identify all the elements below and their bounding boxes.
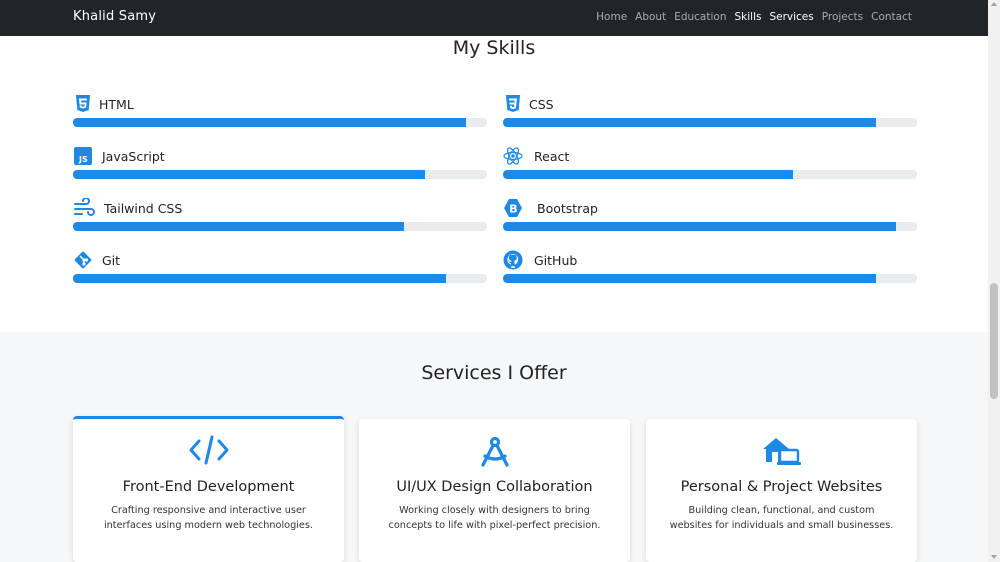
skills-heading: My Skills	[452, 37, 536, 59]
nav-link-contact[interactable]: Contact	[871, 11, 912, 23]
skill-label: React	[534, 149, 570, 164]
skill-progress-fill	[503, 222, 897, 231]
skill-label: Bootstrap	[537, 201, 598, 216]
skill-progress-fill	[73, 222, 405, 231]
nav-links: Home About Education Skills Services Pro…	[596, 11, 912, 23]
skill-progress-track	[73, 222, 487, 231]
brand-link[interactable]: Khalid Samy	[73, 9, 156, 24]
skill-item-html: HTML	[73, 94, 487, 134]
skill-label: GitHub	[534, 253, 578, 268]
skill-label: HTML	[99, 97, 134, 112]
skill-progress-track	[503, 274, 917, 283]
tailwind-icon	[73, 198, 97, 218]
skill-item-github: GitHub	[503, 250, 917, 290]
skill-progress-fill	[503, 274, 876, 283]
javascript-icon: JS	[73, 146, 93, 166]
git-icon	[73, 250, 93, 270]
github-icon	[503, 250, 523, 270]
nav-link-services[interactable]: Services	[769, 11, 813, 23]
service-card-description: Working closely with designers to bring …	[388, 505, 601, 531]
scroll-up-arrow-icon[interactable]	[991, 2, 997, 6]
compass-drafting-icon	[359, 435, 630, 469]
skill-progress-track	[503, 222, 917, 231]
skill-progress-track	[503, 170, 917, 179]
skill-progress-fill	[503, 170, 793, 179]
svg-text:B: B	[509, 203, 517, 216]
scroll-down-arrow-icon[interactable]	[991, 555, 997, 559]
nav-link-projects[interactable]: Projects	[822, 11, 863, 23]
bootstrap-icon: B	[503, 198, 523, 218]
skill-label: CSS	[529, 97, 554, 112]
skill-item-tailwind: Tailwind CSS	[73, 198, 487, 238]
house-laptop-icon	[646, 435, 917, 469]
svg-text:JS: JS	[78, 155, 88, 164]
skill-item-javascript: JS JavaScript	[73, 146, 487, 186]
skill-progress-track	[503, 118, 917, 127]
skill-item-git: Git	[73, 250, 487, 290]
service-card-description: Building clean, functional, and custom w…	[669, 505, 894, 531]
skill-progress-track	[73, 118, 487, 127]
service-card-title: Personal & Project Websites	[680, 479, 883, 495]
code-icon	[73, 433, 344, 467]
skill-label: JavaScript	[102, 149, 165, 164]
nav-link-education[interactable]: Education	[674, 11, 726, 23]
skill-label: Git	[102, 253, 121, 268]
skill-progress-track	[73, 274, 487, 283]
services-heading: Services I Offer	[421, 362, 567, 384]
html5-icon	[73, 94, 93, 114]
service-card-websites[interactable]: Personal & Project Websites Building cle…	[646, 419, 917, 562]
skill-progress-fill	[73, 274, 446, 283]
service-card-uiux[interactable]: UI/UX Design Collaboration Working close…	[359, 419, 630, 562]
service-card-title: Front-End Development	[122, 479, 295, 495]
nav-link-home[interactable]: Home	[596, 11, 627, 23]
skill-label: Tailwind CSS	[104, 201, 183, 216]
skill-progress-fill	[73, 118, 467, 127]
skill-item-bootstrap: B Bootstrap	[503, 198, 917, 238]
nav-link-about[interactable]: About	[635, 11, 666, 23]
css3-icon	[503, 94, 523, 114]
service-card-title: UI/UX Design Collaboration	[396, 479, 593, 495]
service-card-description: Crafting responsive and interactive user…	[103, 505, 314, 531]
page-scrollbar[interactable]	[988, 0, 1000, 562]
skill-progress-fill	[503, 118, 876, 127]
service-card-frontend[interactable]: Front-End Development Crafting responsiv…	[73, 416, 344, 562]
nav-link-skills[interactable]: Skills	[734, 11, 761, 23]
skill-item-css: CSS	[503, 94, 917, 134]
skill-progress-track	[73, 170, 487, 179]
navbar: Khalid Samy Home About Education Skills …	[0, 0, 988, 36]
scrollbar-thumb[interactable]	[990, 283, 998, 399]
react-icon	[503, 146, 523, 166]
skill-progress-fill	[73, 170, 425, 179]
skill-item-react: React	[503, 146, 917, 186]
